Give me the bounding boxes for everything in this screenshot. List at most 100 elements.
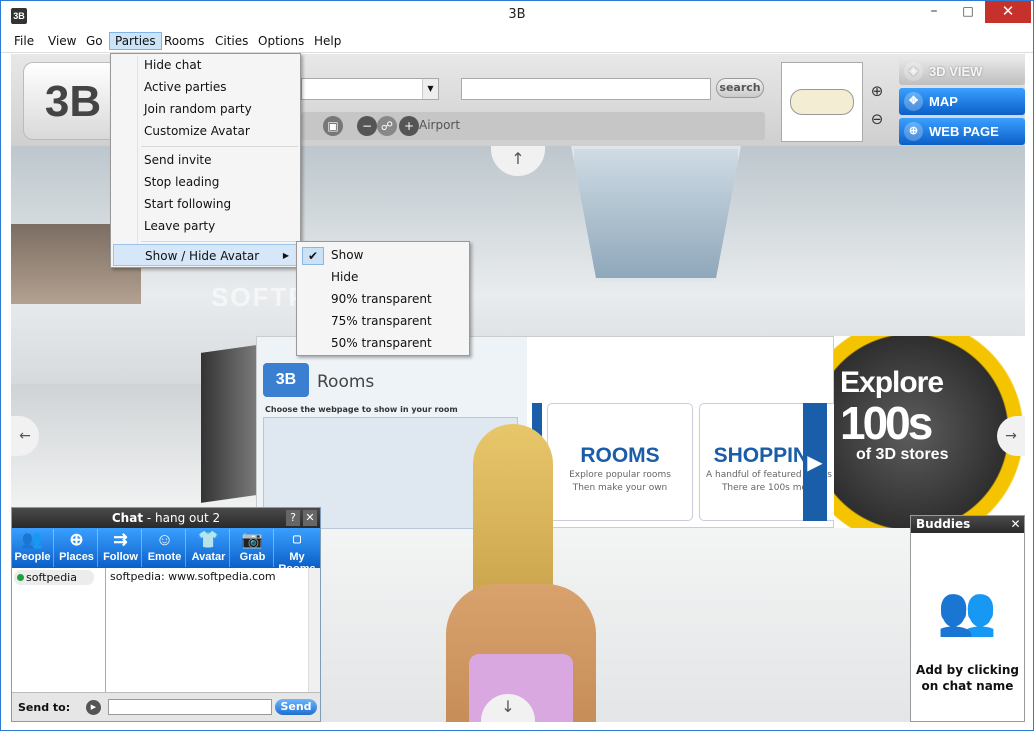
title-bar[interactable]: 3B 3B – □ ✕ [1,1,1033,31]
cube-icon[interactable]: ▣ [323,116,343,136]
3b-logo[interactable]: 3B [23,62,123,140]
close-icon[interactable]: ✕ [303,510,317,526]
cube-icon: ◈ [904,62,923,81]
menu-bar: File View Go Parties Rooms Cities Option… [1,31,1033,53]
buddies-panel: Buddies ✕ 👥 Add by clicking on chat name [910,515,1025,722]
menu-view[interactable]: View [43,33,81,49]
follow-icon: ⇉ [113,530,128,549]
emote-label: Emote [147,551,182,563]
map-button[interactable]: ✥ MAP [899,88,1025,115]
explore-line3: of 3D stores [856,446,949,463]
menu-item-join-random-party[interactable]: Join random party [113,98,298,120]
buddies-title: Buddies [916,517,971,531]
explore-line1: Explore [840,366,944,399]
zoom-in-icon[interactable]: + [399,116,419,136]
follow-button[interactable]: ⇉ Follow [100,529,142,567]
submenu-item-90-transparent[interactable]: 90% transparent [299,288,467,310]
my-rooms-icon: ▢ [292,534,302,545]
show-hide-avatar-submenu: ✔ Show Hide 90% transparent 75% transpare… [296,241,470,356]
send-to-label: Send to: [18,701,71,714]
menu-item-start-following[interactable]: Start following [113,193,298,215]
chat-toolbar: 👥 People ⊕ Places ⇉ Follow ☺ Emote 👕 Avatar 📷… [12,528,320,575]
menu-item-active-parties[interactable]: Active parties [113,76,298,98]
3d-view-button[interactable]: ◈ 3D VIEW [899,58,1025,85]
zoom-out-icon[interactable]: − [357,116,377,136]
chat-message-input[interactable] [108,699,272,715]
search-input[interactable] [461,78,711,100]
explore-line2: 100s [840,397,933,449]
submenu-item-show[interactable]: ✔ Show [299,244,467,266]
submenu-item-75-transparent[interactable]: 75% transparent [299,310,467,332]
chat-user-name: softpedia [26,571,77,584]
map-label: MAP [929,94,958,109]
play-icon[interactable]: ▶ [86,700,101,715]
people-button[interactable]: 👥 People [12,529,54,567]
checkmark-icon: ✔ [302,247,324,265]
player-avatar [421,424,621,722]
chat-user[interactable]: softpedia [14,570,94,585]
buddies-header: Buddies ✕ [911,516,1024,533]
close-icon[interactable]: ✕ [1007,516,1024,533]
next-arrow-icon[interactable]: ▶ [803,403,827,521]
menu-item-leave-party[interactable]: Leave party [113,215,298,237]
chevron-down-icon[interactable]: ▼ [422,79,438,99]
minimize-button[interactable]: – [917,1,951,23]
chat-title: Chat [111,511,144,525]
menu-options[interactable]: Options [253,33,309,49]
send-button[interactable]: Send [275,699,317,715]
shirt-icon: 👕 [197,530,220,549]
chat-panel: Chat - hang out 2 ? ✕ 👥 People ⊕ Places ⇉ F… [11,507,321,722]
emote-button[interactable]: ☺ Emote [144,529,186,567]
people-icon: 👥 [21,530,44,549]
menu-item-label: Show / Hide Avatar [145,249,260,263]
globe-icon: ⊕ [69,530,84,549]
people-label: People [14,551,51,563]
search-button[interactable]: search [716,78,764,98]
menu-item-show-hide-avatar[interactable]: Show / Hide Avatar ▶ [113,244,298,266]
menu-rooms[interactable]: Rooms [159,33,209,49]
my-rooms-button[interactable]: ▢ My Rooms [276,529,318,575]
avatar-label: Avatar [191,551,226,563]
3b-logo: 3B [263,363,309,397]
web-page-button[interactable]: ⊕ WEB PAGE [899,118,1025,145]
menu-item-send-invite[interactable]: Send invite [113,149,298,171]
buddies-placeholder-icon: 👥 [937,583,997,639]
close-button[interactable]: ✕ [985,1,1031,23]
menu-item-stop-leading[interactable]: Stop leading [113,171,298,193]
help-icon[interactable]: ? [286,510,300,526]
parties-menu: Hide chat Active parties Join random par… [110,53,301,268]
minimap-floorplan [790,89,854,115]
menu-file[interactable]: File [9,33,39,49]
menu-item-customize-avatar[interactable]: Customize Avatar [113,120,298,142]
submenu-item-hide[interactable]: Hide [299,266,467,288]
grab-label: Grab [239,551,266,563]
submenu-item-50-transparent[interactable]: 50% transparent [299,332,467,354]
buddies-hint: Add by clicking on chat name [911,662,1024,694]
menu-parties[interactable]: Parties [109,32,162,50]
submenu-arrow-icon: ▶ [282,251,289,260]
walk-icon[interactable]: ☍ [377,116,397,136]
grab-button[interactable]: 📷 Grab [232,529,274,567]
window-title: 3B [508,7,526,22]
places-label: Places [59,551,94,563]
compass-icon: ✥ [904,92,923,111]
menu-separator [141,241,298,242]
magnify-plus-icon[interactable]: ⊕ [867,82,887,102]
menu-help[interactable]: Help [309,33,346,49]
minimap[interactable] [781,62,863,142]
maximize-button[interactable]: □ [951,1,985,23]
chat-scrollbar[interactable] [308,568,320,692]
places-button[interactable]: ⊕ Places [56,529,98,567]
menu-go[interactable]: Go [81,33,108,49]
globe-icon: ⊕ [904,122,923,141]
submenu-item-label: Show [331,248,364,262]
menu-cities[interactable]: Cities [210,33,253,49]
avatar-button[interactable]: 👕 Avatar [188,529,230,567]
menu-separator [141,146,298,147]
app-window: 3B 3B – □ ✕ File View Go Parties Rooms C… [0,0,1034,731]
follow-label: Follow [103,551,138,563]
rooms-subtitle: Choose the webpage to show in your room [265,405,458,414]
menu-item-hide-chat[interactable]: Hide chat [113,54,298,76]
magnify-minus-icon[interactable]: ⊖ [867,110,887,130]
address-dropdown[interactable]: ▼ [301,78,439,100]
